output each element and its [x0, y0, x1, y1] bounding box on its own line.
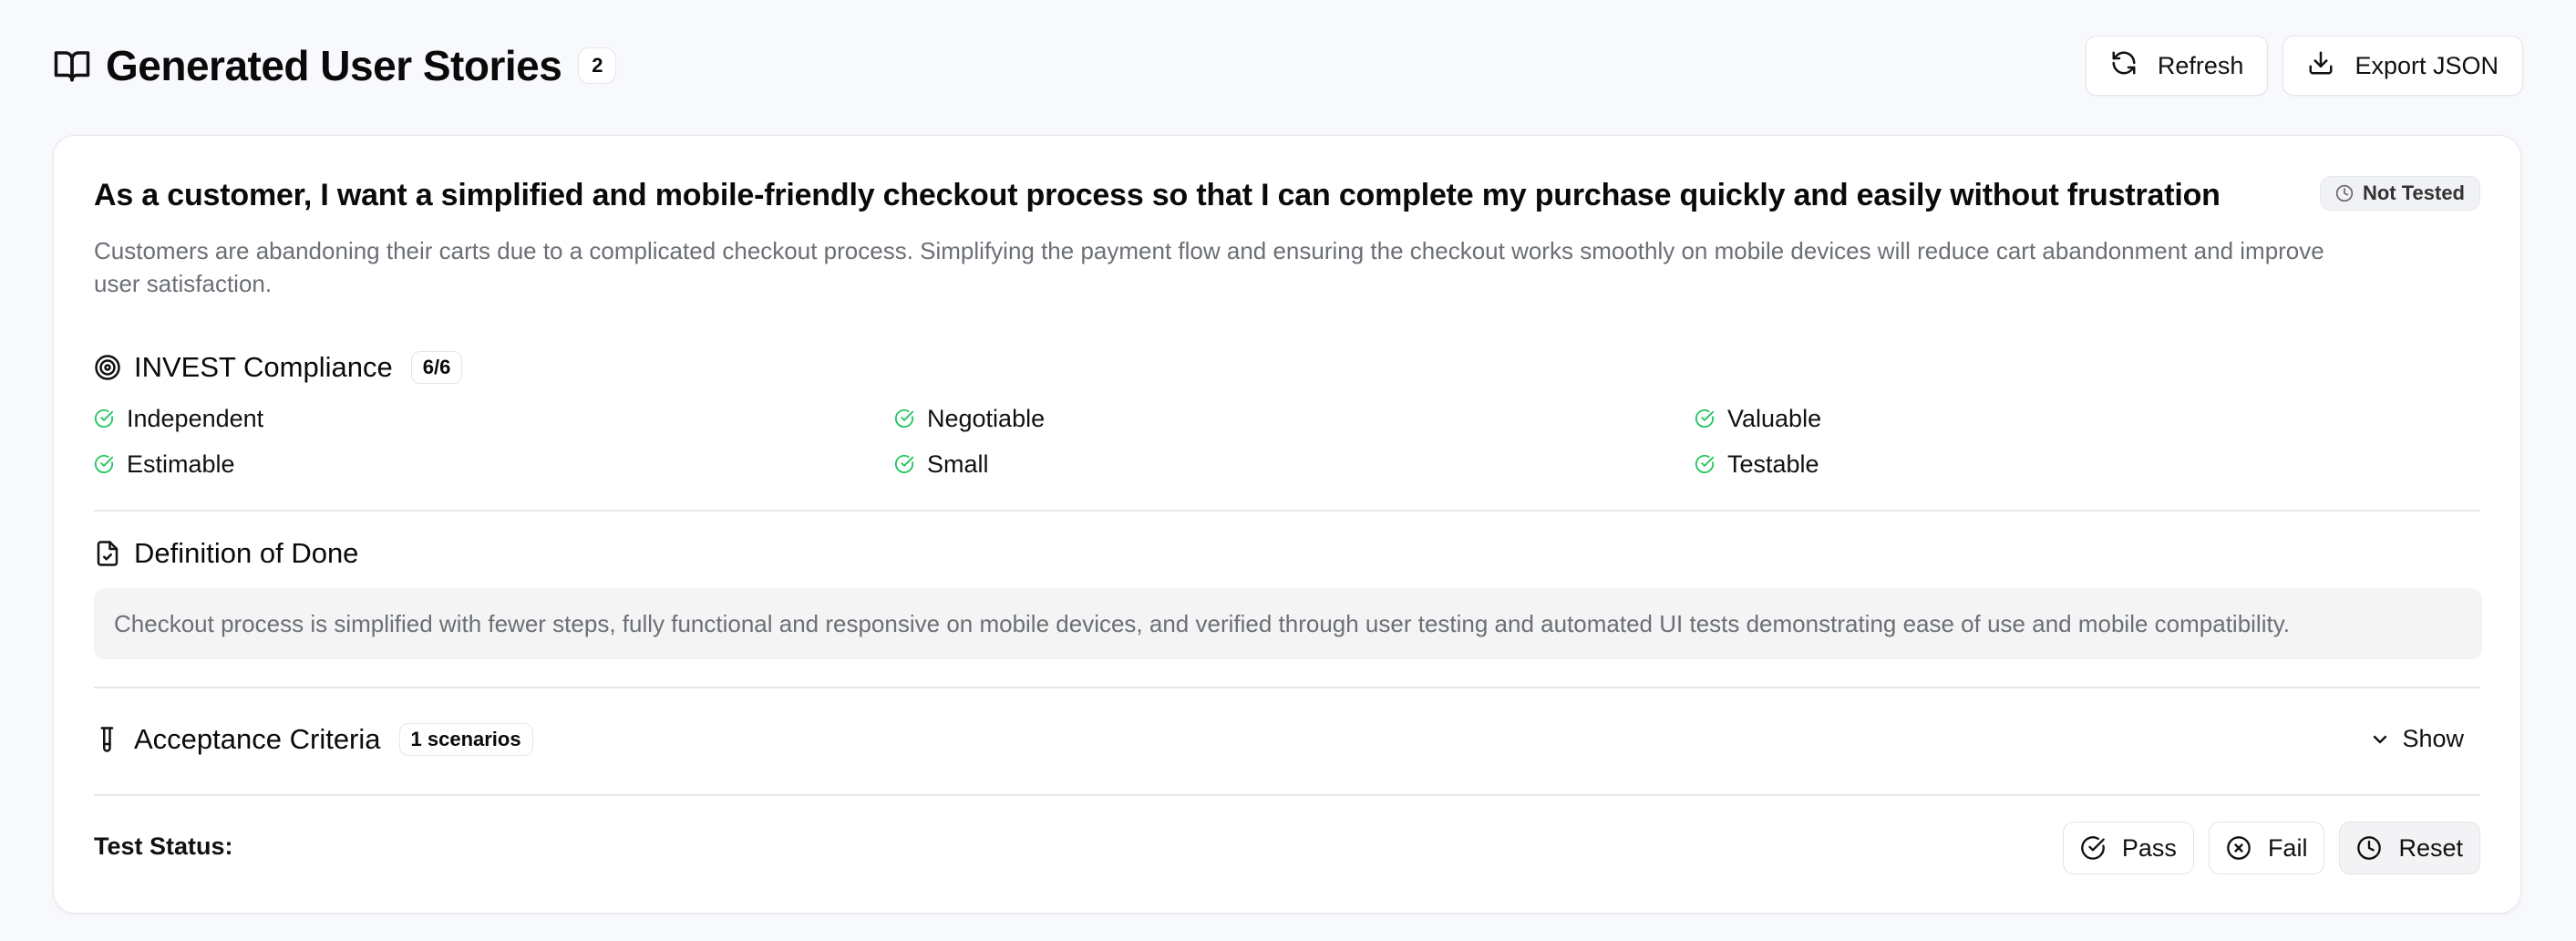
dod-text: Checkout process is simplified with fewe…	[114, 609, 2290, 637]
invest-item-label: Estimable	[127, 450, 235, 478]
invest-title: INVEST Compliance	[134, 351, 393, 383]
refresh-button[interactable]: Refresh	[2085, 36, 2269, 96]
test-status-badge: Not Tested	[2319, 176, 2480, 211]
test-actions: Pass Fail Reset	[2062, 822, 2480, 874]
invest-item-testable: Testable	[1695, 448, 2482, 481]
dod-title: Definition of Done	[134, 537, 359, 569]
title-wrap: Generated User Stories 2	[53, 41, 617, 90]
check-circle-icon	[1695, 454, 1715, 474]
test-status-label: Test Status:	[94, 832, 233, 860]
fail-label: Fail	[2267, 833, 2308, 862]
invest-item-valuable: Valuable	[1695, 402, 2482, 435]
acceptance-heading: Acceptance Criteria 1 scenarios	[94, 723, 533, 756]
acceptance-show-toggle[interactable]: Show	[2369, 725, 2464, 753]
invest-score-badge: 6/6	[410, 351, 463, 384]
story-count-badge: 2	[578, 47, 617, 84]
dod-text-box: Checkout process is simplified with fewe…	[94, 588, 2482, 659]
status-text: Not Tested	[2362, 181, 2465, 204]
invest-criteria-list: Independent Negotiable Valuable Estimabl…	[94, 402, 2482, 481]
check-circle-icon	[94, 408, 114, 429]
export-json-button[interactable]: Export JSON	[2282, 36, 2523, 96]
header-actions: Refresh Export JSON	[2085, 36, 2523, 96]
fail-button[interactable]: Fail	[2208, 822, 2325, 874]
page-title: Generated User Stories	[106, 42, 562, 89]
reset-button[interactable]: Reset	[2339, 822, 2480, 874]
acceptance-title: Acceptance Criteria	[134, 723, 381, 755]
check-circle-icon	[1695, 408, 1715, 429]
pass-button[interactable]: Pass	[2062, 822, 2194, 874]
invest-item-label: Testable	[1727, 450, 1819, 478]
story-title: As a customer, I want a simplified and m…	[94, 178, 2221, 212]
invest-heading: INVEST Compliance 6/6	[94, 351, 463, 384]
invest-item-independent: Independent	[94, 402, 894, 435]
clock-icon	[2356, 835, 2382, 861]
invest-item-estimable: Estimable	[94, 448, 894, 481]
page-header: Generated User Stories 2 Refresh Export …	[53, 35, 2523, 97]
invest-item-label: Valuable	[1727, 404, 1822, 432]
scenarios-badge: 1 scenarios	[398, 723, 533, 756]
download-icon	[2307, 49, 2334, 83]
divider	[94, 510, 2480, 512]
export-json-label: Export JSON	[2354, 51, 2499, 79]
divider	[94, 687, 2480, 688]
refresh-label: Refresh	[2157, 51, 2244, 79]
pass-label: Pass	[2121, 833, 2177, 862]
invest-item-label: Independent	[127, 404, 264, 432]
file-check-icon	[94, 540, 121, 567]
invest-item-small: Small	[894, 448, 1695, 481]
check-circle-icon	[2080, 835, 2106, 861]
refresh-icon	[2110, 49, 2138, 83]
divider	[94, 794, 2480, 796]
invest-item-label: Small	[927, 450, 989, 478]
chevron-down-icon	[2369, 729, 2391, 750]
clock-icon	[2335, 184, 2354, 202]
check-circle-icon	[894, 454, 914, 474]
test-tube-icon	[94, 726, 121, 753]
dod-heading: Definition of Done	[94, 537, 358, 570]
invest-item-negotiable: Negotiable	[894, 402, 1695, 435]
user-story-card: As a customer, I want a simplified and m…	[53, 135, 2521, 914]
invest-item-label: Negotiable	[927, 404, 1046, 432]
check-circle-icon	[94, 454, 114, 474]
target-icon	[94, 354, 121, 381]
reset-label: Reset	[2398, 833, 2463, 862]
x-circle-icon	[2226, 835, 2251, 861]
show-label: Show	[2402, 725, 2464, 752]
book-open-icon	[53, 47, 91, 85]
story-description: Customers are abandoning their carts due…	[94, 237, 2324, 297]
check-circle-icon	[894, 408, 914, 429]
